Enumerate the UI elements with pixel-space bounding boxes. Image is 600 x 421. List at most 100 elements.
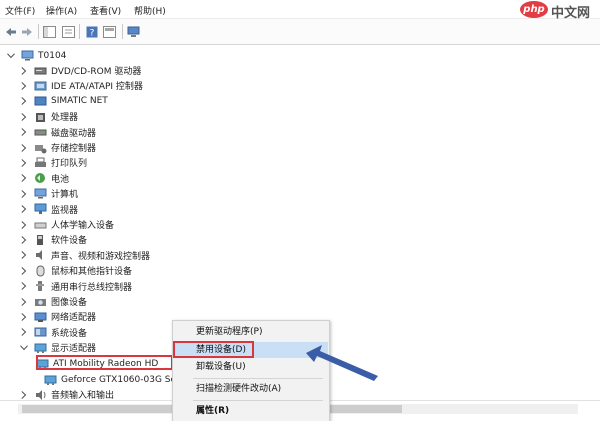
- toolbar-separator: [122, 24, 123, 39]
- expand-arrow-icon[interactable]: [19, 188, 28, 200]
- mouse-icon: [34, 265, 47, 277]
- tree-category-label: 图像设备: [51, 298, 88, 308]
- expand-arrow-icon[interactable]: [19, 311, 28, 323]
- tree-device-geforce[interactable]: Geforce GTX1060-03G Se: [44, 372, 176, 387]
- expand-arrow-icon[interactable]: [19, 219, 28, 231]
- display-adapter-icon: [44, 374, 57, 386]
- system-device-icon: [34, 326, 47, 338]
- menu-file[interactable]: 文件(F): [5, 4, 35, 17]
- tree-category[interactable]: 通用串行总线控制器: [19, 279, 132, 294]
- expand-arrow-icon[interactable]: [19, 296, 28, 308]
- speaker-icon: [34, 249, 47, 261]
- tree-category[interactable]: 鼠标和其他指针设备: [19, 263, 132, 278]
- tree-category[interactable]: 打印队列: [19, 155, 87, 170]
- expand-arrow-icon[interactable]: [19, 280, 28, 292]
- ide-controller-icon: [34, 80, 47, 92]
- dvd-drive-icon: [34, 65, 47, 77]
- tree-category[interactable]: 存储控制器: [19, 140, 96, 155]
- tree-category[interactable]: 显示适配器: [19, 340, 96, 355]
- properties-icon[interactable]: [61, 24, 76, 39]
- show-hide-console-tree-icon[interactable]: [42, 24, 57, 39]
- menu-properties[interactable]: 属性(R): [174, 403, 328, 419]
- software-device-icon: [34, 234, 47, 246]
- tree-category-label: 网络适配器: [51, 313, 97, 324]
- storage-controller-icon: [34, 142, 47, 154]
- tree-category-label: 显示适配器: [51, 344, 97, 355]
- selected-device-highlight: [36, 355, 173, 370]
- network-adapter-icon: [34, 311, 47, 323]
- tree-category-label: 打印队列: [51, 159, 88, 170]
- expand-arrow-icon[interactable]: [19, 80, 28, 92]
- forward-icon[interactable]: [20, 24, 34, 39]
- tree-category[interactable]: 计算机: [19, 186, 78, 201]
- tree-device-label: Geforce GTX1060-03G Se: [61, 374, 177, 385]
- tree-category[interactable]: 软件设备: [19, 232, 87, 247]
- expand-arrow-icon[interactable]: [19, 249, 28, 261]
- tree-category-label: 磁盘驱动器: [51, 128, 97, 139]
- tree-category[interactable]: 处理器: [19, 109, 78, 124]
- tree-category[interactable]: 磁盘驱动器: [19, 125, 96, 140]
- tree-root[interactable]: T0104: [6, 48, 66, 63]
- expand-arrow-icon[interactable]: [19, 142, 28, 154]
- menu-view[interactable]: 查看(V): [90, 4, 121, 17]
- battery-icon: [34, 172, 47, 184]
- collapse-arrow-icon[interactable]: [19, 342, 28, 354]
- tree-category[interactable]: IDE ATA/ATAPI 控制器: [19, 78, 143, 93]
- tree-category-label: DVD/CD-ROM 驱动器: [51, 67, 142, 77]
- expand-arrow-icon[interactable]: [19, 326, 28, 338]
- expand-arrow-icon[interactable]: [19, 203, 28, 215]
- tree-category[interactable]: 系统设备: [19, 325, 87, 340]
- tree-category[interactable]: 电池: [19, 171, 69, 186]
- tree-root-label: T0104: [38, 50, 67, 61]
- monitor-icon: [34, 203, 47, 215]
- expand-arrow-icon[interactable]: [19, 234, 28, 246]
- toolbar-separator: [79, 24, 80, 39]
- audio-io-icon: [34, 389, 47, 401]
- expand-arrow-icon[interactable]: [19, 95, 28, 107]
- collapse-arrow-icon[interactable]: [6, 50, 15, 62]
- display-adapter-icon: [34, 342, 47, 354]
- tree-category[interactable]: 人体学输入设备: [19, 217, 114, 232]
- expand-arrow-icon[interactable]: [19, 389, 28, 401]
- expand-arrow-icon[interactable]: [19, 65, 28, 77]
- device-manager-window: 文件(F) 操作(A) 查看(V) 帮助(H) php 中文网 ? T0104 …: [0, 0, 600, 421]
- expand-arrow-icon[interactable]: [19, 172, 28, 184]
- tree-category-label: 处理器: [51, 113, 79, 124]
- help-icon[interactable]: ?: [84, 24, 99, 39]
- computer-icon: [21, 50, 34, 62]
- menu-action[interactable]: 操作(A): [46, 4, 77, 17]
- expand-arrow-icon[interactable]: [19, 265, 28, 277]
- expand-arrow-icon[interactable]: [19, 157, 28, 169]
- expand-arrow-icon[interactable]: [19, 111, 28, 123]
- tree-category-label: 声音、视频和游戏控制器: [51, 251, 151, 262]
- tree-category[interactable]: 图像设备: [19, 294, 87, 309]
- toolbar-separator: [38, 24, 39, 39]
- toolbar: ?: [0, 19, 600, 45]
- tree-category[interactable]: 网络适配器: [19, 309, 96, 324]
- tree-category[interactable]: 声音、视频和游戏控制器: [19, 248, 150, 263]
- tree-category-label: IDE ATA/ATAPI 控制器: [51, 82, 143, 93]
- tree-category-label: 系统设备: [51, 328, 88, 339]
- tree-category-label: 存储控制器: [51, 144, 97, 154]
- hid-icon: [34, 219, 47, 231]
- tree-category[interactable]: DVD/CD-ROM 驱动器: [19, 63, 141, 78]
- network-component-icon: [34, 95, 47, 107]
- menu-separator: [193, 400, 323, 401]
- tree-category-label: 鼠标和其他指针设备: [51, 267, 133, 278]
- menu-help[interactable]: 帮助(H): [134, 4, 166, 17]
- tree-category[interactable]: SIMATIC NET: [19, 94, 108, 109]
- disk-drive-icon: [34, 126, 47, 138]
- scan-hardware-icon[interactable]: [126, 24, 141, 39]
- processor-icon: [34, 111, 47, 123]
- watermark-logo-badge: php: [520, 1, 548, 18]
- tree-category-label: 计算机: [51, 190, 79, 201]
- menu-update-driver[interactable]: 更新驱动程序(P): [174, 324, 328, 340]
- tree-category-label: SIMATIC NET: [51, 96, 108, 107]
- tree-category-label: 监视器: [51, 205, 79, 216]
- usb-icon: [34, 280, 47, 292]
- expand-arrow-icon[interactable]: [19, 126, 28, 138]
- tree-category[interactable]: 监视器: [19, 202, 78, 217]
- tree-category-label: 通用串行总线控制器: [51, 282, 133, 293]
- back-icon[interactable]: [4, 24, 18, 39]
- update-driver-icon[interactable]: [102, 24, 117, 39]
